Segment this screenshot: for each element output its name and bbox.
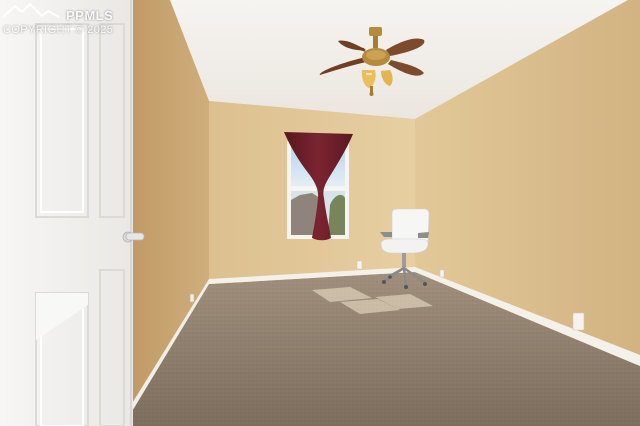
mountain-logo-icon: [2, 3, 60, 18]
wall-outlet: [356, 260, 363, 270]
room-photo: PPMLS COPYRIGHT © 2025: [0, 0, 640, 426]
watermark-brand: PPMLS: [66, 8, 114, 23]
open-door: [0, 0, 145, 426]
watermark-copyright: COPYRIGHT © 2025: [3, 24, 114, 36]
watermark: PPMLS COPYRIGHT © 2025: [2, 2, 132, 38]
wall-outlet: [439, 269, 445, 278]
wall-outlet: [572, 312, 585, 331]
wall-outlet: [189, 293, 195, 303]
room-illustration: [0, 0, 640, 426]
